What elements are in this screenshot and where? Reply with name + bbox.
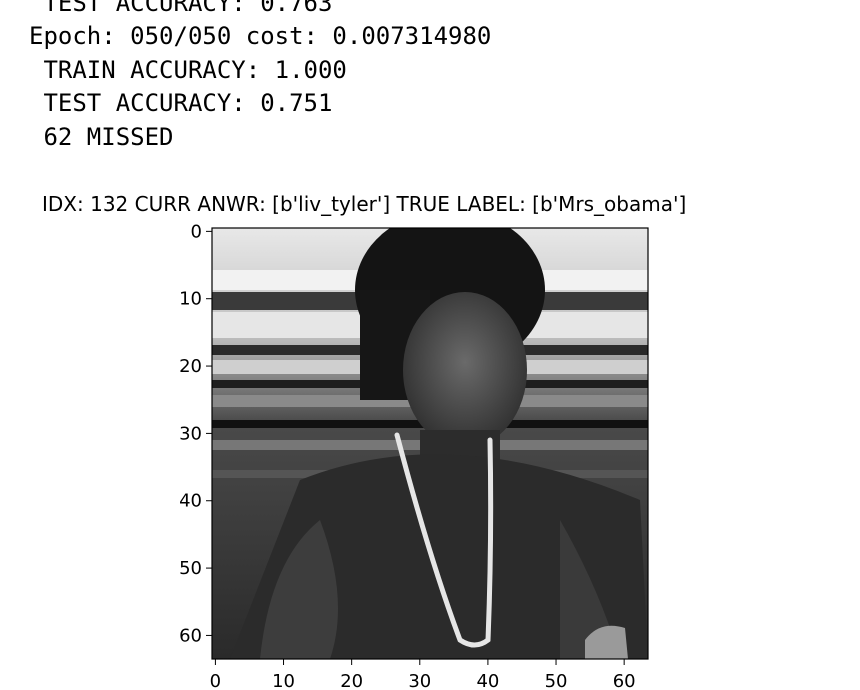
- image-plot: 0 10 20 30 40 50 60 0 10 20 30 40 50 60: [179, 221, 649, 690]
- y-tick-label: 10: [179, 289, 202, 310]
- y-tick-label: 30: [179, 423, 202, 444]
- y-tick-label: 20: [179, 356, 202, 377]
- x-tick-label: 20: [340, 671, 363, 690]
- x-tick-label: 0: [210, 671, 221, 690]
- y-tick-label: 0: [191, 221, 202, 242]
- y-tick-label: 40: [179, 491, 202, 512]
- x-axis: 0 10 20 30 40 50 60: [210, 659, 636, 690]
- face-image: [212, 228, 648, 659]
- x-tick-label: 50: [545, 671, 568, 690]
- y-tick-label: 60: [179, 625, 202, 646]
- x-tick-label: 10: [272, 671, 295, 690]
- x-tick-label: 30: [408, 671, 431, 690]
- y-axis: 0 10 20 30 40 50 60: [179, 221, 212, 646]
- x-tick-label: 40: [476, 671, 499, 690]
- y-tick-label: 50: [179, 558, 202, 579]
- x-tick-label: 60: [613, 671, 636, 690]
